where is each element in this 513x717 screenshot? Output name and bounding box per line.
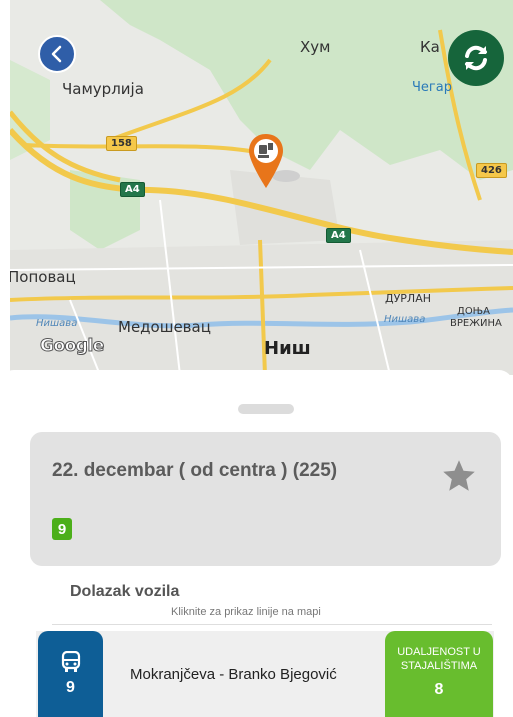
route-title: 22. decembar ( od centra ) (225) bbox=[52, 460, 338, 481]
place-label-durlan: ДУРЛАН bbox=[385, 292, 431, 305]
place-label-chamurlija: Чамурлија bbox=[62, 80, 144, 98]
place-label-medoshevac: Медошевац bbox=[118, 318, 211, 336]
place-label-donja-1: ДОЊА bbox=[457, 306, 490, 317]
bus-stop-marker-icon[interactable] bbox=[246, 132, 286, 190]
arrivals-title: Dolazak vozila bbox=[70, 583, 180, 600]
road-shield-426: 426 bbox=[476, 163, 507, 178]
google-attribution: Google bbox=[40, 336, 105, 357]
refresh-icon bbox=[465, 45, 487, 71]
road-shield-158: 158 bbox=[106, 136, 137, 151]
bus-line-box: 9 bbox=[38, 631, 103, 717]
distance-box: UDALJENOST U STAJALIŠTIMA 8 bbox=[385, 631, 493, 717]
divider bbox=[52, 624, 492, 625]
refresh-button[interactable] bbox=[448, 30, 504, 86]
map-view[interactable]: Хум Ка Чегар Чамурлија Поповац Медошевац… bbox=[10, 0, 513, 375]
road-shield-a4-center: A4 bbox=[326, 228, 351, 243]
river-label-right: Нишава bbox=[384, 314, 426, 325]
route-card bbox=[30, 432, 501, 566]
place-label-kamenica: Ка bbox=[420, 38, 440, 56]
place-label-donja-2: ВРЕЖИНА bbox=[450, 318, 502, 329]
bus-icon bbox=[61, 651, 80, 672]
distance-label: UDALJENOST U STAJALIŠTIMA bbox=[397, 646, 481, 672]
place-label-hum: Хум bbox=[300, 38, 331, 56]
bus-line-number: 9 bbox=[66, 679, 75, 696]
back-button[interactable] bbox=[38, 35, 76, 73]
line-number-badge: 9 bbox=[52, 518, 72, 540]
place-label-nish: Ниш bbox=[264, 338, 311, 359]
chevron-left-icon bbox=[51, 45, 62, 63]
road-shield-a4-left: A4 bbox=[120, 182, 145, 197]
stop-name: Mokranjčeva - Branko Bjegović bbox=[130, 666, 337, 683]
arrivals-hint: Kliknite za prikaz linije na mapi bbox=[171, 606, 321, 618]
favorite-star-icon[interactable] bbox=[441, 458, 477, 494]
distance-value: 8 bbox=[434, 681, 444, 698]
place-label-popovac: Поповац bbox=[10, 268, 76, 286]
sheet-drag-handle[interactable] bbox=[238, 404, 294, 414]
river-label-left: Нишава bbox=[36, 318, 78, 329]
place-label-chegar: Чегар bbox=[412, 80, 452, 95]
